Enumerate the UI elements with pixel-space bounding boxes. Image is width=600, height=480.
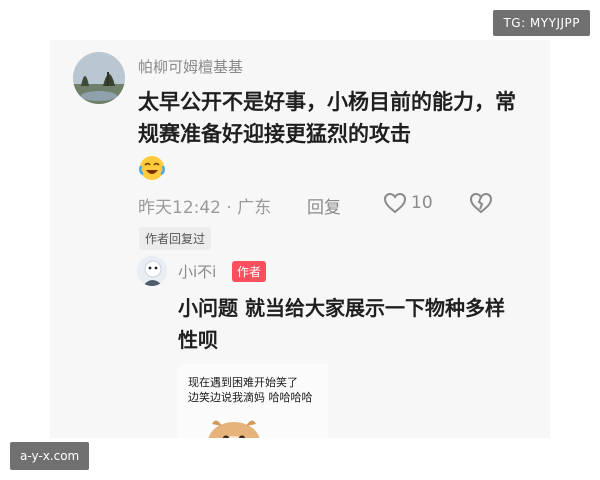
avatar-image: [73, 52, 125, 104]
avatar[interactable]: [73, 52, 125, 104]
meme-caption-line: 边笑边说我滴妈 哈哈哈哈: [188, 391, 313, 404]
reply-avatar[interactable]: [137, 256, 167, 286]
heart-icon[interactable]: [383, 192, 407, 214]
comment-username[interactable]: 帕柳可姆檀基基: [138, 56, 243, 77]
screenshot-page: TG: MYYJJPP a-y-x.com 帕柳可姆檀基基 太早公开不是好事，小…: [0, 0, 600, 480]
crying-laughing-emoji-icon: [138, 154, 166, 182]
author-replied-tag[interactable]: 作者回复过: [139, 227, 212, 250]
reply-button[interactable]: 回复: [307, 193, 341, 218]
reply-avatar-image: [137, 256, 167, 286]
comment-timestamp-location: 昨天12:42 · 广东: [138, 198, 272, 218]
comment-text: 太早公开不是好事，小杨目前的能力，常规赛准备好迎接更猛烈的攻击: [138, 90, 516, 146]
like-count: 10: [411, 193, 433, 213]
reply-username[interactable]: 小i不i: [178, 261, 216, 282]
reply-text: 小问题 就当给大家展示一下物种多样性呗: [178, 296, 505, 352]
meme-caption-line: 现在遇到困难开始笑了: [188, 376, 298, 389]
watermark-top: TG: MYYJJPP: [493, 10, 590, 36]
meme-image[interactable]: 现在遇到困难开始笑了 边笑边说我滴妈 哈哈哈哈: [178, 364, 328, 438]
dog-face-icon: [208, 420, 260, 438]
author-badge: 作者: [232, 261, 267, 282]
broken-heart-icon[interactable]: [469, 192, 493, 214]
watermark-bottom: a-y-x.com: [10, 442, 90, 470]
